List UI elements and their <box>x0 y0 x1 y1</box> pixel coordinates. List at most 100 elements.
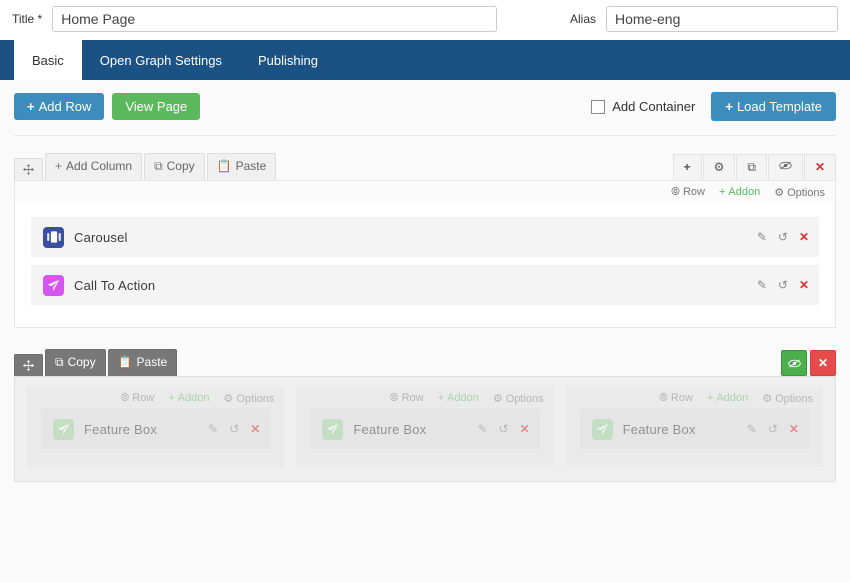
row-one-drag-handle[interactable] <box>14 158 43 180</box>
row-meta-addon[interactable]: + Addon <box>707 392 748 405</box>
row-delete-icon[interactable]: ✕ <box>803 154 836 180</box>
close-icon[interactable]: ✕ <box>799 278 809 292</box>
pencil-icon[interactable]: ✎ <box>747 422 757 436</box>
add-row-button[interactable]: + Add Row <box>14 93 105 120</box>
paste-icon: 📋 <box>117 355 133 370</box>
widget-actions: ✎ ↺ ✕ <box>747 422 799 436</box>
close-icon[interactable]: ✕ <box>250 422 260 436</box>
row-meta-addon[interactable]: + Addon <box>438 392 479 405</box>
tab-bar: Basic Open Graph Settings Publishing <box>0 40 850 80</box>
title-label: Title * <box>12 12 43 26</box>
pencil-icon[interactable]: ✎ <box>757 278 767 292</box>
add-container-checkbox[interactable] <box>591 99 606 114</box>
plus-icon: + <box>706 392 714 404</box>
row-meta-options[interactable]: ⚙ Options <box>224 392 275 405</box>
row-two-copy-button[interactable]: ⧉ Copy <box>45 349 106 376</box>
widget-call-to-action[interactable]: Call To Action ✎ ↺ ✕ <box>31 265 819 305</box>
row-one-add-column-button[interactable]: + Add Column <box>45 153 143 180</box>
row-meta-addon-label: Addon <box>177 392 210 404</box>
paper-plane-icon <box>591 418 613 440</box>
tab-publishing[interactable]: Publishing <box>240 40 336 80</box>
row-add-icon[interactable]: + <box>672 154 702 180</box>
row-meta-addon-label: Addon <box>728 186 761 198</box>
alias-input[interactable] <box>606 6 838 32</box>
widget-label: Carousel <box>74 229 128 245</box>
alias-label: Alias <box>569 12 596 26</box>
close-icon[interactable]: ✕ <box>789 422 799 436</box>
row-meta-row[interactable]: ⦾ Row <box>671 186 705 199</box>
widget-feature-box[interactable]: Feature Box ✎ ↺ ✕ <box>310 409 540 449</box>
tab-basic[interactable]: Basic <box>14 40 82 80</box>
refresh-icon[interactable]: ↺ <box>229 422 239 436</box>
column-1: ⦾ Row + Addon ⚙ Options Feature Box ✎ ↺ … <box>27 387 285 467</box>
load-template-label: Load Template <box>736 99 822 114</box>
copy-label: Copy <box>67 355 96 370</box>
row-meta-options[interactable]: ⚙ Options <box>493 392 544 405</box>
plus-icon: + <box>27 99 35 114</box>
row-two-paste-button[interactable]: 📋 Paste <box>107 349 178 376</box>
widget-carousel[interactable]: Carousel ✎ ↺ ✕ <box>31 217 819 257</box>
paper-plane-icon <box>53 418 74 440</box>
row-meta-addon[interactable]: + Addon <box>719 186 760 199</box>
widget-label: Feature Box <box>622 421 696 437</box>
move-icon <box>23 360 34 371</box>
pencil-icon[interactable]: ✎ <box>477 422 487 436</box>
row-one-copy-button[interactable]: ⧉ Copy <box>144 153 205 180</box>
row-meta-row-label: Row <box>132 392 155 404</box>
row-two-body: ⦾ Row + Addon ⚙ Options Feature Box ✎ ↺ … <box>14 376 836 482</box>
row-meta-addon[interactable]: + Addon <box>168 392 209 405</box>
row-two-header: ⧉ Copy 📋 Paste ✕ <box>14 346 836 376</box>
row-meta-row-label: Row <box>401 392 424 404</box>
load-template-button[interactable]: + Load Template <box>711 92 836 121</box>
refresh-icon[interactable]: ↺ <box>778 230 788 244</box>
row-settings-icon[interactable]: ⚙ <box>702 154 736 180</box>
row-meta-row[interactable]: ⦾ Row <box>659 392 693 405</box>
row-meta-row[interactable]: ⦾ Row <box>120 392 154 405</box>
refresh-icon[interactable]: ↺ <box>778 278 788 292</box>
tab-open-graph-settings[interactable]: Open Graph Settings <box>82 40 240 80</box>
refresh-icon[interactable]: ↺ <box>499 422 509 436</box>
row-meta-options-label: Options <box>775 393 813 405</box>
widget-actions: ✎ ↺ ✕ <box>757 278 809 292</box>
gear-icon: ⚙ <box>223 393 234 405</box>
circle-plus-icon: ⦾ <box>671 186 680 198</box>
pencil-icon[interactable]: ✎ <box>208 422 218 436</box>
row-visibility-button[interactable] <box>781 350 807 376</box>
row-duplicate-icon[interactable]: ⧉ <box>736 154 767 180</box>
row-meta-options[interactable]: ⚙ Options <box>774 186 825 199</box>
title-input[interactable] <box>52 6 498 32</box>
refresh-icon[interactable]: ↺ <box>768 422 778 436</box>
row-one-header-icons: + ⚙ ⧉ ✕ <box>672 154 836 180</box>
row-meta-options-label: Options <box>505 393 544 405</box>
row-meta-addon-label: Addon <box>716 392 749 404</box>
widget-feature-box[interactable]: Feature Box ✎ ↺ ✕ <box>41 409 271 449</box>
close-icon[interactable]: ✕ <box>520 422 530 436</box>
circle-plus-icon: ⦾ <box>659 392 668 404</box>
add-container-checkbox-wrap[interactable]: Add Container <box>591 99 695 114</box>
plus-icon: + <box>725 99 733 114</box>
add-container-label: Add Container <box>612 99 696 114</box>
circle-plus-icon: ⦾ <box>389 392 399 404</box>
widget-feature-box[interactable]: Feature Box ✎ ↺ ✕ <box>579 409 809 449</box>
row-delete-button[interactable]: ✕ <box>810 350 836 376</box>
copy-icon: ⧉ <box>55 355 64 370</box>
add-row-label: Add Row <box>38 99 92 114</box>
row-meta-addon-label: Addon <box>447 392 479 404</box>
close-icon[interactable]: ✕ <box>799 230 809 244</box>
row-meta-options[interactable]: ⚙ Options <box>762 392 813 405</box>
add-column-label: Add Column <box>66 159 133 174</box>
row-meta-row-label: Row <box>670 392 693 404</box>
view-page-button[interactable]: View Page <box>112 93 201 120</box>
view-page-label: View Page <box>125 99 188 114</box>
builder-toolbar: + Add Row View Page Add Container + Load T… <box>14 80 836 136</box>
row-one-paste-button[interactable]: 📋 Paste <box>206 153 277 180</box>
row-visibility-icon[interactable] <box>767 154 803 180</box>
copy-label: Copy <box>166 159 195 174</box>
close-icon: ✕ <box>817 356 829 370</box>
pencil-icon[interactable]: ✎ <box>757 230 767 244</box>
row-two-drag-handle[interactable] <box>14 354 43 376</box>
page-builder: + Add Row View Page Add Container + Load T… <box>0 80 850 582</box>
row-one-meta: ⦾ Row + Addon ⚙ Options <box>15 181 835 203</box>
row-two-columns: ⦾ Row + Addon ⚙ Options Feature Box ✎ ↺ … <box>21 387 829 467</box>
row-meta-row[interactable]: ⦾ Row <box>390 392 424 405</box>
